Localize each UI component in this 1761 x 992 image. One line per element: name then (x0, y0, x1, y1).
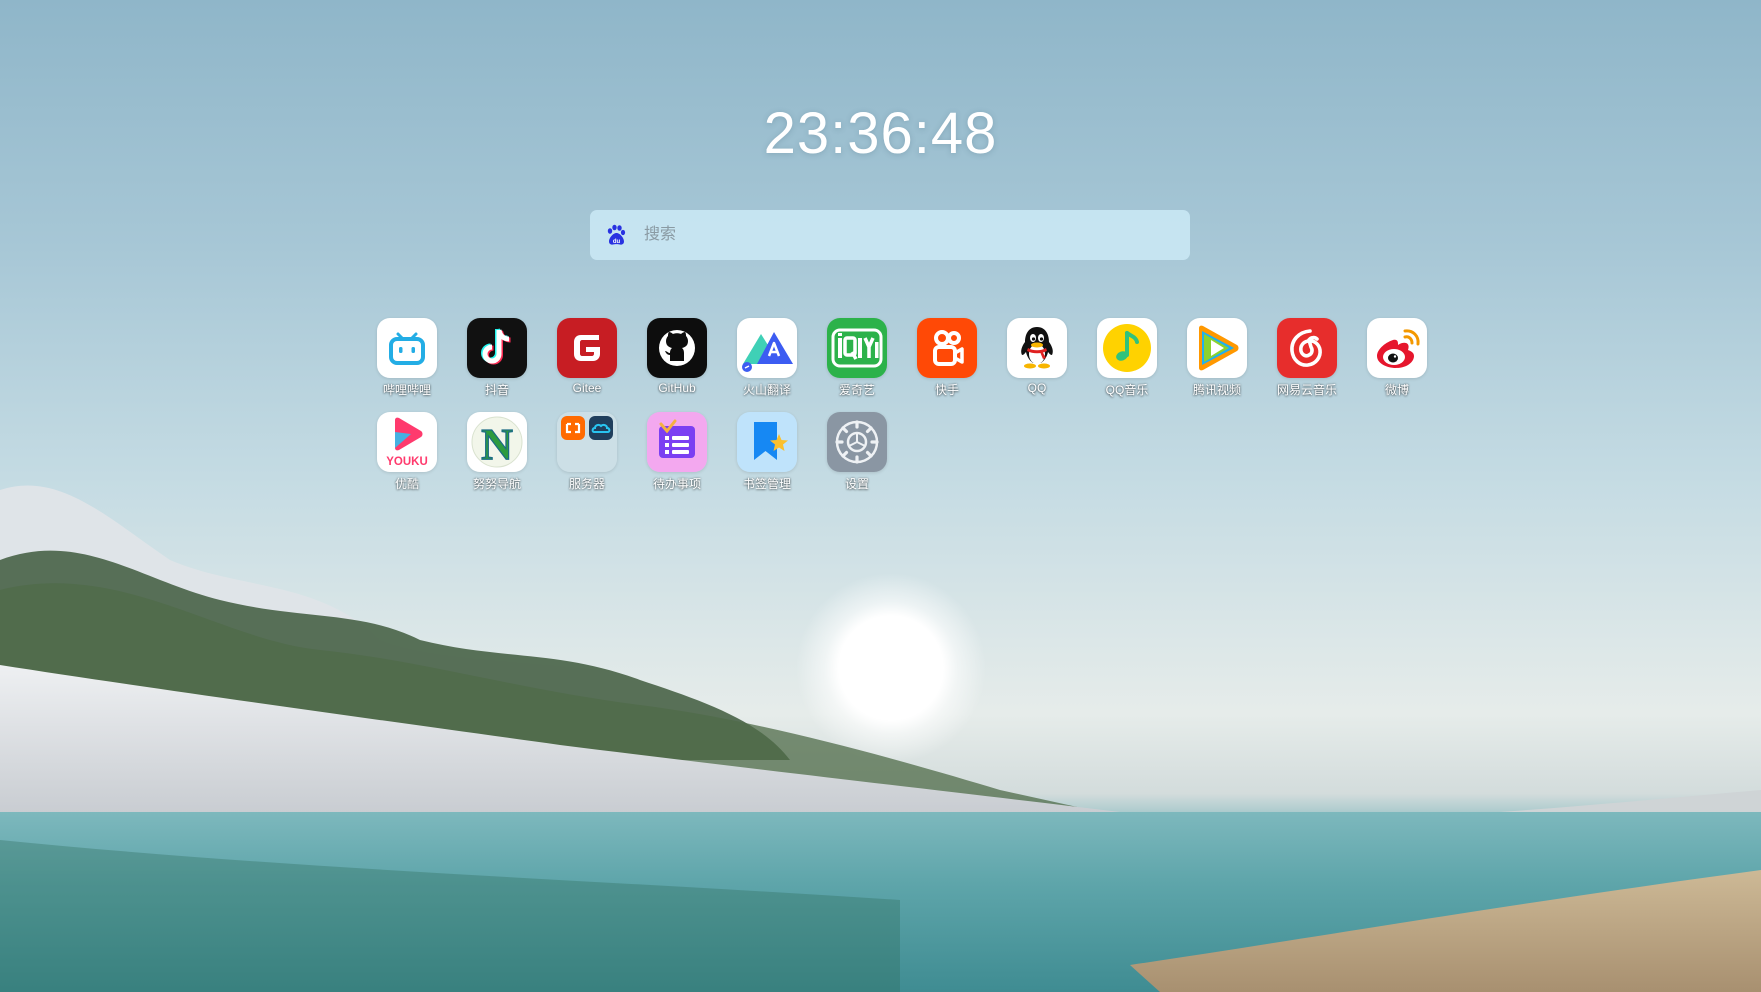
app-label: GitHub (658, 381, 696, 395)
todo-list-icon[interactable] (647, 412, 707, 472)
app-nunu-nav[interactable]: N 努努导航 (452, 412, 542, 506)
svg-text:du: du (613, 239, 621, 245)
app-label: 快手 (934, 383, 959, 397)
app-tencent-video[interactable]: 腾讯视频 (1172, 318, 1262, 412)
app-label: Gitee (572, 381, 602, 395)
app-gitee[interactable]: Gitee (542, 318, 632, 412)
app-bookmarks[interactable]: 书签管理 (722, 412, 812, 506)
app-label: 腾讯视频 (1192, 383, 1241, 397)
app-qq-music[interactable]: QQ音乐 (1082, 318, 1172, 412)
douyin-icon[interactable] (467, 318, 527, 378)
qq-music-icon[interactable] (1097, 318, 1157, 378)
kuaishou-icon[interactable] (917, 318, 977, 378)
app-row-1: 哔哩哔哩 抖音 Gitee GitHub 火山翻译 爱奇艺 快手 QQ QQ音乐… (362, 318, 1452, 412)
youku-wordmark: YOUKU (386, 456, 428, 468)
app-grid: 哔哩哔哩 抖音 Gitee GitHub 火山翻译 爱奇艺 快手 QQ QQ音乐… (362, 318, 1452, 506)
app-label: QQ音乐 (1105, 383, 1149, 397)
qq-penguin-icon[interactable] (1007, 318, 1067, 378)
weibo-icon[interactable] (1367, 318, 1427, 378)
iqiyi-icon[interactable] (827, 318, 887, 378)
bookmark-icon[interactable] (737, 412, 797, 472)
app-iqiyi[interactable]: 爱奇艺 (812, 318, 902, 412)
nunu-nav-icon[interactable]: N (467, 412, 527, 472)
app-label: 火山翻译 (742, 383, 791, 397)
app-settings[interactable]: 设置 (812, 412, 902, 506)
app-row-2: YOUKU 优酷 N 努努导航 服务器 待办事项 书签管理 设置 (362, 412, 1452, 506)
baidu-paw-icon[interactable]: du (604, 223, 628, 247)
app-server-folder[interactable]: 服务器 (542, 412, 632, 506)
app-weibo[interactable]: 微博 (1352, 318, 1442, 412)
app-douyin[interactable]: 抖音 (452, 318, 542, 412)
app-label: 哔哩哔哩 (382, 383, 431, 397)
search-input[interactable] (642, 225, 1176, 245)
gear-icon[interactable] (827, 412, 887, 472)
search-bar[interactable]: du (590, 210, 1190, 260)
app-bilibili[interactable]: 哔哩哔哩 (362, 318, 452, 412)
app-label: 待办事项 (652, 477, 701, 491)
app-label: 优酷 (394, 477, 419, 491)
app-label: 服务器 (568, 477, 605, 491)
server-folder-icon[interactable] (557, 412, 617, 472)
nunu-letter: N (481, 420, 513, 469)
github-icon[interactable] (647, 318, 707, 378)
netease-music-icon[interactable] (1277, 318, 1337, 378)
app-label: 爱奇艺 (838, 383, 875, 397)
app-label: 抖音 (484, 383, 509, 397)
app-label: 设置 (844, 477, 869, 491)
app-label: 努努导航 (472, 477, 521, 491)
volcano-translate-icon[interactable] (737, 318, 797, 378)
app-github[interactable]: GitHub (632, 318, 722, 412)
app-volcano-translate[interactable]: 火山翻译 (722, 318, 812, 412)
app-label: QQ (1027, 381, 1047, 395)
desktop-wallpaper: 23:36:48 du 搜索 哔哩哔哩 抖音 Gitee GitHub 火山翻译… (0, 0, 1761, 992)
app-youku[interactable]: YOUKU 优酷 (362, 412, 452, 506)
app-label: 微博 (1384, 383, 1409, 397)
app-todo[interactable]: 待办事项 (632, 412, 722, 506)
app-kuaishou[interactable]: 快手 (902, 318, 992, 412)
clock-time: 23:36:48 (763, 101, 998, 166)
app-netease-music[interactable]: 网易云音乐 (1262, 318, 1352, 412)
bilibili-icon[interactable] (377, 318, 437, 378)
app-label: 网易云音乐 (1276, 383, 1337, 397)
tencent-video-icon[interactable] (1187, 318, 1247, 378)
app-qq[interactable]: QQ (992, 318, 1082, 412)
app-label: 书签管理 (742, 477, 791, 491)
youku-icon[interactable]: YOUKU (377, 412, 437, 472)
gitee-icon[interactable] (557, 318, 617, 378)
